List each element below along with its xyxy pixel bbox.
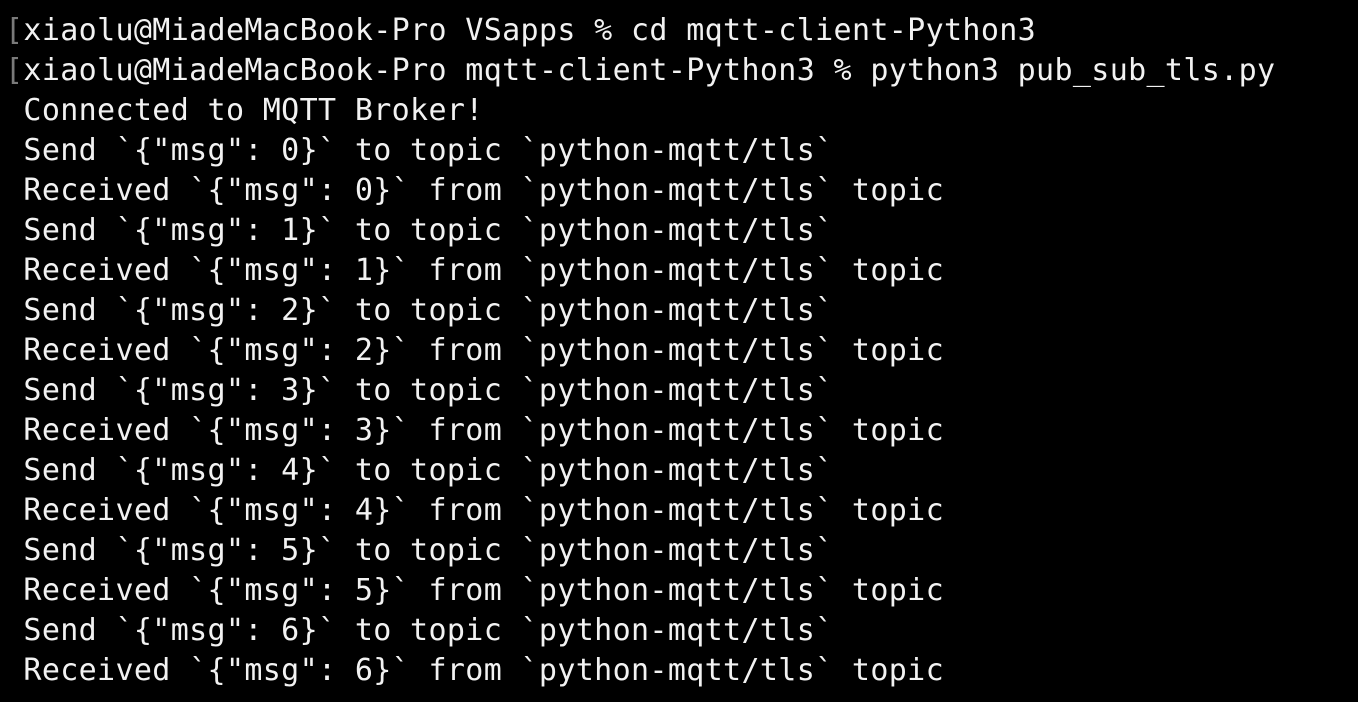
terminal-line-text: Received `{"msg": 2}` from `python-mqtt/… <box>5 333 944 368</box>
terminal-line-text: Send `{"msg": 3}` to topic `python-mqtt/… <box>5 373 834 408</box>
terminal-line-text: Received `{"msg": 5}` from `python-mqtt/… <box>5 573 944 608</box>
terminal-line-text: Send `{"msg": 6}` to topic `python-mqtt/… <box>5 613 834 648</box>
terminal-output-line: Send `{"msg": 0}` to topic `python-mqtt/… <box>0 131 1358 171</box>
terminal-output-line: Received `{"msg": 0}` from `python-mqtt/… <box>0 171 1358 211</box>
terminal-line-text: Received `{"msg": 6}` from `python-mqtt/… <box>5 653 944 688</box>
terminal-output-line: Received `{"msg": 5}` from `python-mqtt/… <box>0 571 1358 611</box>
terminal-output-line: Send `{"msg": 5}` to topic `python-mqtt/… <box>0 531 1358 571</box>
terminal-output-line: Send `{"msg": 4}` to topic `python-mqtt/… <box>0 451 1358 491</box>
terminal-output-line: Send `{"msg": 2}` to topic `python-mqtt/… <box>0 291 1358 331</box>
terminal-line-text: Received `{"msg": 0}` from `python-mqtt/… <box>5 173 944 208</box>
terminal-line-text: Send `{"msg": 4}` to topic `python-mqtt/… <box>5 453 834 488</box>
terminal-line-text: Send `{"msg": 5}` to topic `python-mqtt/… <box>5 533 834 568</box>
terminal-prompt-line: [xiaolu@MiadeMacBook-Pro VSapps % cd mqt… <box>0 11 1358 51</box>
terminal-line-text: Received `{"msg": 1}` from `python-mqtt/… <box>5 253 944 288</box>
terminal-output-line: Received `{"msg": 3}` from `python-mqtt/… <box>0 411 1358 451</box>
terminal-line-text: Received `{"msg": 3}` from `python-mqtt/… <box>5 413 944 448</box>
terminal-output-line: Received `{"msg": 1}` from `python-mqtt/… <box>0 251 1358 291</box>
terminal-output-line: Send `{"msg": 6}` to topic `python-mqtt/… <box>0 611 1358 651</box>
terminal-output-line: Send `{"msg": 3}` to topic `python-mqtt/… <box>0 371 1358 411</box>
prompt-bracket: [ <box>5 13 24 48</box>
terminal-window[interactable]: [xiaolu@MiadeMacBook-Pro VSapps % cd mqt… <box>0 0 1358 702</box>
terminal-line-text: xiaolu@MiadeMacBook-Pro VSapps % cd mqtt… <box>23 13 1037 48</box>
terminal-line-text: Send `{"msg": 2}` to topic `python-mqtt/… <box>5 293 834 328</box>
terminal-output-line: Send `{"msg": 1}` to topic `python-mqtt/… <box>0 211 1358 251</box>
terminal-output-line: Received `{"msg": 6}` from `python-mqtt/… <box>0 651 1358 691</box>
terminal-line-text: xiaolu@MiadeMacBook-Pro mqtt-client-Pyth… <box>23 53 1276 88</box>
terminal-output-line: Received `{"msg": 4}` from `python-mqtt/… <box>0 491 1358 531</box>
terminal-line-text: Send `{"msg": 1}` to topic `python-mqtt/… <box>5 213 834 248</box>
prompt-bracket: [ <box>5 53 24 88</box>
terminal-output-line: Connected to MQTT Broker! <box>0 91 1358 131</box>
terminal-line-text: Send `{"msg": 0}` to topic `python-mqtt/… <box>5 133 834 168</box>
terminal-line-text: Connected to MQTT Broker! <box>5 93 484 128</box>
terminal-prompt-line: [xiaolu@MiadeMacBook-Pro mqtt-client-Pyt… <box>0 51 1358 91</box>
terminal-output-screen[interactable]: [xiaolu@MiadeMacBook-Pro VSapps % cd mqt… <box>0 11 1358 691</box>
terminal-output-line: Received `{"msg": 2}` from `python-mqtt/… <box>0 331 1358 371</box>
terminal-line-text: Received `{"msg": 4}` from `python-mqtt/… <box>5 493 944 528</box>
